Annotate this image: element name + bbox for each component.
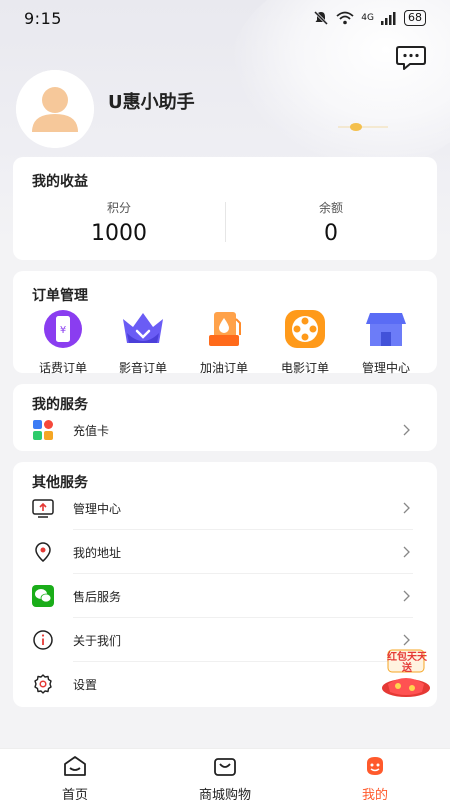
red-packet-promo[interactable]: 红包天天送 [378, 648, 434, 700]
order-label: 管理中心 [361, 361, 410, 375]
tab-mine[interactable]: 我的 [330, 755, 420, 800]
red-packet-text: 红包天天送 [387, 652, 427, 674]
film-reel-icon [285, 310, 325, 348]
avatar[interactable] [16, 70, 94, 148]
balance-value: 0 [324, 221, 338, 246]
signal-icon [381, 12, 396, 25]
home-icon [64, 756, 86, 776]
row-label: 关于我们 [73, 633, 122, 648]
service-row-management[interactable]: 管理中心 [13, 486, 437, 530]
service-row-about[interactable]: 关于我们 [13, 618, 437, 662]
balance-label: 余额 [318, 201, 343, 215]
shopping-bag-icon [214, 758, 236, 776]
chevron-right-icon [403, 424, 410, 436]
row-label: 售后服务 [73, 589, 122, 604]
tab-home[interactable]: 首页 [30, 755, 120, 800]
other-services-card: 其他服务 管理中心 我的地址 售后服务 关于我们 设置 [13, 462, 437, 707]
order-item-management[interactable]: 管理中心 [351, 309, 421, 376]
orders-title: 订单管理 [32, 288, 88, 304]
tab-label: 商城购物 [198, 788, 251, 800]
row-label: 充值卡 [73, 423, 110, 438]
status-icons: 4G 68 [313, 10, 426, 26]
wechat-icon [32, 585, 54, 607]
row-label: 管理中心 [73, 501, 122, 516]
username: U惠小助手 [108, 92, 195, 113]
order-label: 电影订单 [280, 361, 329, 375]
monitor-upload-icon [32, 499, 54, 518]
row-label: 设置 [73, 677, 98, 692]
chevron-right-icon [403, 634, 410, 646]
service-row-recharge-card[interactable]: 充值卡 [13, 408, 437, 452]
order-item-fuel[interactable]: 加油订单 [189, 309, 259, 376]
earnings-title: 我的收益 [32, 174, 88, 190]
info-icon [33, 630, 53, 650]
status-time: 9:15 [24, 8, 62, 28]
tab-label: 我的 [361, 788, 388, 800]
chevron-right-icon [403, 502, 410, 514]
chevron-right-icon [403, 590, 410, 602]
service-row-address[interactable]: 我的地址 [13, 530, 437, 574]
row-label: 我的地址 [73, 545, 122, 560]
order-item-movie[interactable]: 电影订单 [270, 309, 340, 376]
tab-shop[interactable]: 商城购物 [180, 755, 270, 800]
phone-bill-icon: ¥ [44, 310, 82, 348]
earnings-divider [225, 202, 226, 242]
crown-icon [123, 313, 163, 343]
service-row-after-sales[interactable]: 售后服务 [13, 574, 437, 618]
coin-decoration-icon [338, 123, 388, 131]
points-stat[interactable]: 积分 1000 [19, 199, 219, 246]
order-label: 影音订单 [118, 361, 167, 375]
my-services-card: 我的服务 充值卡 [13, 384, 437, 451]
settings-gear-icon [34, 674, 52, 694]
points-label: 积分 [106, 201, 131, 215]
store-icon [366, 313, 406, 346]
order-item-media[interactable]: 影音订单 [108, 309, 178, 376]
profile-face-icon [367, 757, 383, 775]
tab-label: 首页 [61, 788, 88, 800]
orders-card: 订单管理 ¥ 话费订单 影音订单 加油订单 电影订单 管理中心 [13, 271, 437, 376]
network-type: 4G [361, 13, 374, 23]
order-item-phone-bill[interactable]: ¥ 话费订单 [28, 309, 98, 376]
order-label: 加油订单 [199, 361, 248, 375]
status-bar: 9:15 4G 68 [0, 0, 450, 36]
earnings-card: 我的收益 积分 1000 余额 0 [13, 157, 437, 260]
wifi-icon [336, 11, 354, 25]
fuel-icon [209, 312, 241, 346]
grid-apps-icon [33, 420, 53, 440]
chevron-right-icon [403, 546, 410, 558]
default-avatar-icon [16, 70, 94, 148]
mute-bell-icon [314, 10, 329, 26]
svg-text:¥: ¥ [60, 325, 66, 336]
balance-stat[interactable]: 余额 0 [231, 199, 431, 246]
points-value: 1000 [91, 221, 147, 246]
battery-indicator: 68 [404, 10, 426, 26]
service-row-settings[interactable]: 设置 [13, 662, 437, 706]
location-pin-icon [35, 542, 51, 562]
order-label: 话费订单 [38, 361, 87, 375]
bottom-tab-bar: 首页 商城购物 我的 [0, 748, 450, 800]
message-icon[interactable] [396, 45, 426, 71]
